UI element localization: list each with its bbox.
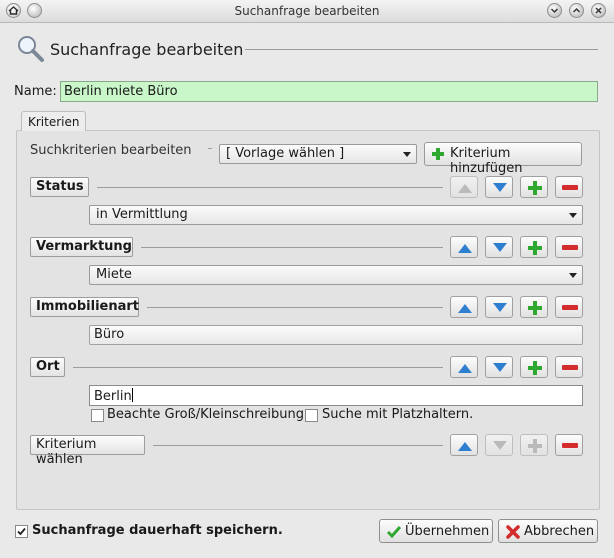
chevron-down-icon [569,213,577,218]
criterion-divider [153,445,443,446]
status-select[interactable]: in Vermittlung [89,205,583,225]
move-up-button[interactable] [450,434,478,456]
chevron-down-icon [403,152,411,157]
vermarktung-select-value: Miete [96,267,132,282]
cancel-x-icon [506,525,520,539]
remove-button[interactable] [555,296,583,318]
vermarktung-select[interactable]: Miete [89,265,583,285]
add-button[interactable] [520,176,548,198]
toolbar-divider [208,148,212,149]
name-input[interactable]: Berlin miete Büro [60,81,598,102]
criterion-divider [141,247,443,248]
ort-input-value: Berlin [94,389,132,404]
criterion-ort-label: Ort [30,357,65,377]
add-button[interactable] [520,356,548,378]
wildcards-label: Suche mit Platzhaltern. [322,407,474,422]
move-down-button[interactable] [485,236,513,258]
move-down-button[interactable] [485,356,513,378]
maximize-icon[interactable] [569,3,584,18]
move-up-button[interactable] [450,236,478,258]
template-select[interactable]: [ Vorlage wählen ] [219,144,417,164]
move-down-button[interactable] [485,176,513,198]
wildcards-checkbox[interactable] [305,409,318,422]
choose-criterion-button[interactable]: Kriterium wählen [30,435,145,467]
case-sensitive-label: Beachte Groß/Kleinschreibung. [107,407,309,422]
remove-button[interactable] [555,236,583,258]
chevron-down-icon [569,273,577,278]
move-down-button[interactable] [485,296,513,318]
check-icon [386,526,402,539]
add-criterion-button[interactable]: Kriterium hinzufügen [424,142,582,176]
edit-criteria-label: Suchkriterien bearbeiten [30,143,192,158]
ort-input[interactable]: Berlin [89,385,583,406]
add-criterion-label: Kriterium hinzufügen [450,146,523,176]
remove-button[interactable] [555,176,583,198]
criterion-divider [97,187,443,188]
apply-button[interactable]: Übernehmen [379,519,493,543]
remove-button[interactable] [555,434,583,456]
tab-kriterien[interactable]: Kriterien [21,111,86,131]
cancel-label: Abbrechen [524,524,595,539]
window-title: Suchanfrage bearbeiten [234,4,380,18]
template-select-value: [ Vorlage wählen ] [226,146,345,161]
page-title: Suchanfrage bearbeiten [50,40,244,59]
save-permanently-checkbox[interactable] [15,525,28,538]
checkmark-icon [17,527,26,536]
move-up-button[interactable] [450,356,478,378]
move-up-button[interactable] [450,176,478,198]
add-button[interactable] [520,434,548,456]
minimize-icon[interactable] [547,3,562,18]
cancel-button[interactable]: Abbrechen [498,519,598,543]
criterion-vermarktung-label: Vermarktung [30,237,133,257]
remove-button[interactable] [555,356,583,378]
save-permanently-label: Suchanfrage dauerhaft speichern. [32,523,283,538]
add-button[interactable] [520,296,548,318]
status-select-value: in Vermittlung [96,207,188,222]
move-down-button[interactable] [485,434,513,456]
apply-label: Übernehmen [405,524,490,539]
search-icon [16,34,46,68]
criterion-status-label: Status [30,177,89,197]
window-titlebar: Suchanfrage bearbeiten [0,0,614,23]
criterion-immobilienart-label: Immobilienart [30,297,139,317]
name-label: Name: [14,84,57,99]
criterion-divider [73,367,443,368]
plus-icon [432,148,444,160]
text-cursor [131,388,133,402]
move-up-button[interactable] [450,296,478,318]
close-icon[interactable] [591,3,606,18]
case-sensitive-checkbox[interactable] [91,409,104,422]
criterion-divider [147,307,443,308]
immobilienart-value[interactable]: Büro [89,325,583,345]
heading-divider [245,49,598,50]
add-button[interactable] [520,236,548,258]
